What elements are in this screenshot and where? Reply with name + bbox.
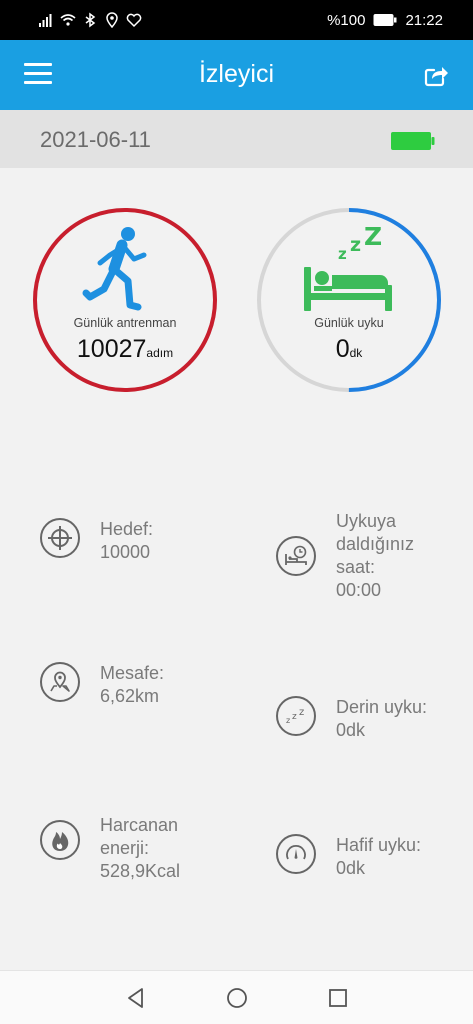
sleep-unit: dk: [349, 346, 363, 360]
back-icon[interactable]: [125, 987, 147, 1009]
runner-icon: [82, 227, 147, 311]
sleep-label: Günlük uyku: [314, 316, 384, 330]
svg-text:Z: Z: [364, 223, 382, 251]
energy-value: 528,9Kcal: [100, 861, 181, 881]
steps-count: 10027: [76, 335, 147, 363]
target-icon: [40, 518, 80, 558]
device-battery-icon: [391, 132, 435, 150]
sleep-time-value: 00:00: [336, 580, 382, 600]
battery-percent: %100: [327, 11, 366, 29]
svg-text:z: z: [299, 707, 304, 718]
svg-text:z: z: [350, 234, 361, 256]
sleep-time-stat: Uykuya daldığınız saat: 00:00: [276, 510, 414, 602]
share-icon[interactable]: [423, 62, 449, 88]
bed-clock-icon: [276, 536, 316, 576]
status-icons: [38, 10, 142, 30]
date-label[interactable]: 2021-06-11: [40, 127, 151, 153]
goal-stat: Hedef: 10000: [40, 518, 153, 564]
sleep-time-label-line1: Uykuya: [336, 511, 397, 531]
svg-text:z: z: [286, 716, 290, 725]
recents-icon[interactable]: [327, 987, 349, 1009]
home-icon[interactable]: [226, 987, 248, 1009]
flame-icon: [40, 820, 80, 860]
svg-text:z: z: [338, 245, 347, 263]
activity-value: 10027adım: [30, 335, 220, 364]
deep-sleep-stat: zzz Derin uyku: 0dk: [276, 696, 427, 742]
sleep-time-label-line3: saat:: [336, 557, 376, 577]
sleep-value: 0dk: [254, 335, 444, 364]
status-bar: %100 21:22: [0, 0, 473, 40]
sleep-time-label-line2: daldığınız: [336, 534, 415, 554]
energy-stat: Harcanan enerji: 528,9Kcal: [40, 814, 180, 883]
activity-label: Günlük antrenman: [73, 316, 177, 330]
map-pin-icon: [40, 662, 80, 702]
date-bar: 2021-06-11: [0, 110, 473, 168]
energy-label-line1: Harcanan: [100, 815, 179, 835]
gauge-icon: [276, 834, 316, 874]
goal-label: Hedef:: [100, 519, 154, 539]
energy-label-line2: enerji:: [100, 838, 150, 858]
deep-sleep-value: 0dk: [336, 720, 366, 740]
sleep-minutes: 0: [335, 335, 350, 363]
app-title: İzleyici: [198, 60, 274, 88]
light-sleep-value: 0dk: [336, 858, 366, 878]
svg-text:z: z: [292, 712, 297, 722]
heart-icon: [126, 13, 142, 28]
zzz-icon: zzz: [276, 696, 316, 736]
clock: 21:22: [405, 11, 443, 29]
distance-value: 6,62km: [100, 686, 160, 706]
status-battery-icon: [373, 14, 397, 26]
light-sleep-label: Hafif uyku:: [336, 835, 422, 855]
light-sleep-stat: Hafif uyku: 0dk: [276, 834, 421, 880]
sleep-ring[interactable]: z z Z Günlük uyku 0dk: [254, 205, 444, 395]
goal-value: 10000: [100, 542, 151, 562]
signal-icon: [39, 14, 52, 27]
activity-ring[interactable]: Günlük antrenman 10027adım: [30, 205, 220, 395]
bed-icon: z z Z: [304, 223, 392, 311]
app-bar: İzleyici: [0, 40, 473, 110]
location-icon: [106, 12, 118, 28]
system-nav-bar: [0, 970, 473, 1024]
distance-label: Mesafe:: [100, 663, 165, 683]
steps-unit: adım: [146, 346, 174, 360]
distance-stat: Mesafe: 6,62km: [40, 662, 164, 708]
wifi-icon: [60, 14, 76, 26]
bluetooth-icon: [85, 12, 96, 28]
deep-sleep-label: Derin uyku:: [336, 697, 428, 717]
